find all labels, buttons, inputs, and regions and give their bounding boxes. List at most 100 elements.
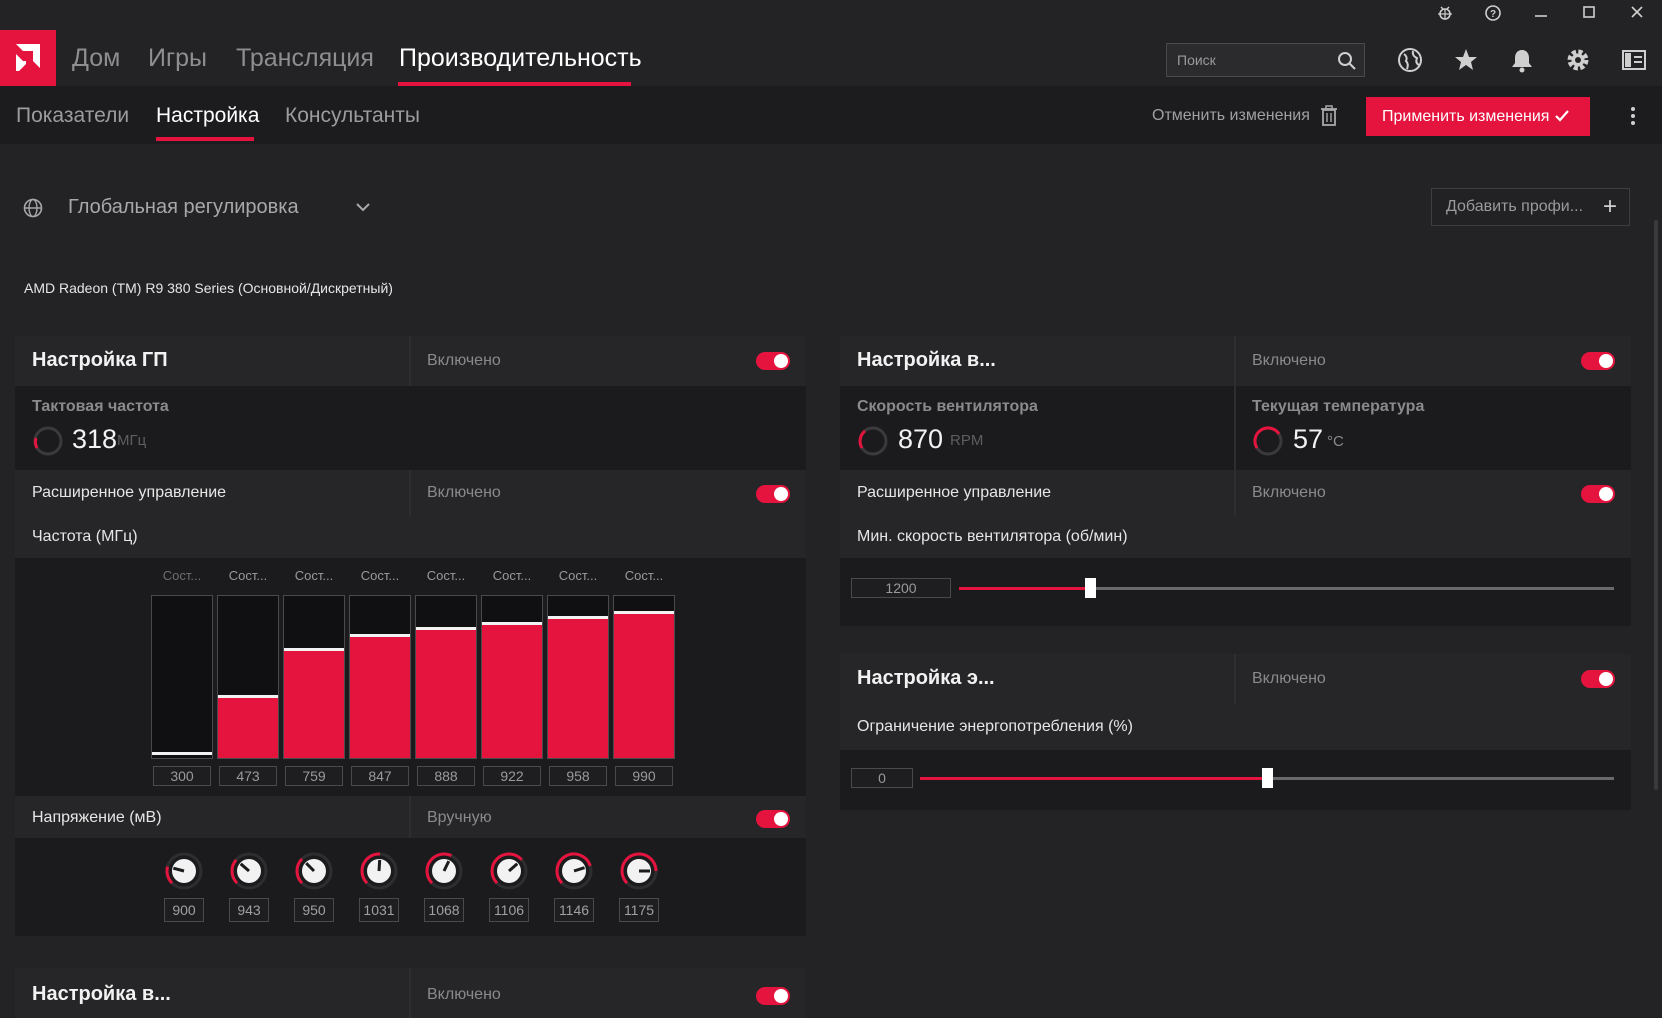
frequency-label: Частота (МГц) [32, 528, 138, 545]
frequency-bar[interactable] [481, 595, 543, 759]
apply-changes-label: Применить изменения [1382, 107, 1550, 125]
power-limit-label: Ограничение энергопотребления (%) [857, 718, 1133, 735]
gpu-tuning-toggle[interactable] [756, 352, 790, 370]
chevron-down-icon[interactable] [354, 200, 372, 219]
frequency-bar-handle[interactable] [548, 616, 608, 619]
voltage-value[interactable]: 1146 [554, 898, 594, 922]
frequency-value[interactable]: 847 [351, 766, 409, 786]
frequency-value[interactable]: 922 [483, 766, 541, 786]
frequency-bar[interactable] [217, 595, 279, 759]
frequency-bar-handle[interactable] [218, 695, 278, 698]
help-icon[interactable]: ? [1482, 4, 1504, 26]
frequency-value[interactable]: 473 [219, 766, 277, 786]
min-fan-speed-slider[interactable] [959, 587, 1614, 590]
frequency-bar[interactable] [151, 595, 213, 759]
scrollbar[interactable] [1654, 220, 1658, 790]
temperature-gauge-icon [1251, 424, 1285, 463]
min-fan-speed-slider-thumb[interactable] [1085, 578, 1096, 598]
frequency-bar[interactable] [613, 595, 675, 759]
gear-icon[interactable] [1564, 46, 1592, 74]
voltage-value[interactable]: 1175 [619, 898, 659, 922]
voltage-value[interactable]: 950 [294, 898, 334, 922]
frequency-bar[interactable] [283, 595, 345, 759]
apply-changes-button[interactable]: Применить изменения [1366, 97, 1590, 136]
frequency-bar-fill [284, 651, 344, 758]
fan-tuning-toggle[interactable] [1581, 352, 1615, 370]
more-icon[interactable] [1628, 104, 1638, 133]
frequency-bar[interactable] [349, 595, 411, 759]
voltage-knob[interactable] [359, 851, 399, 891]
search-icon[interactable] [1337, 51, 1357, 71]
tab-advisors[interactable]: Консультанты [285, 104, 420, 128]
frequency-bar[interactable] [547, 595, 609, 759]
frequency-bar-fill [218, 698, 278, 758]
frequency-bar[interactable] [415, 595, 477, 759]
maximize-icon[interactable] [1578, 4, 1600, 26]
voltage-value[interactable]: 943 [229, 898, 269, 922]
power-limit-slider-thumb[interactable] [1262, 768, 1273, 788]
tab-metrics[interactable]: Показатели [16, 104, 129, 128]
tab-tuning[interactable]: Настройка [156, 104, 259, 128]
divider [1234, 654, 1236, 704]
trash-icon[interactable] [1320, 105, 1338, 132]
frequency-value[interactable]: 300 [153, 766, 211, 786]
advanced-control-label: Расширенное управление [32, 484, 227, 501]
profile-selector[interactable]: Глобальная регулировка [68, 196, 299, 219]
voltage-knob[interactable] [229, 851, 269, 891]
voltage-knob[interactable] [554, 851, 594, 891]
nav-games[interactable]: Игры [148, 44, 207, 73]
close-icon[interactable] [1626, 4, 1648, 26]
bell-icon[interactable] [1508, 46, 1536, 74]
frequency-bar-handle[interactable] [614, 611, 674, 614]
svg-text:?: ? [1490, 9, 1496, 20]
nav-performance[interactable]: Производительность [399, 44, 642, 73]
divider [409, 968, 411, 1018]
advanced-control-toggle[interactable] [756, 485, 790, 503]
voltage-knob[interactable] [489, 851, 529, 891]
voltage-knob[interactable] [619, 851, 659, 891]
frequency-bar-fill [350, 637, 410, 758]
globe-icon[interactable] [1396, 46, 1424, 74]
frequency-value[interactable]: 958 [549, 766, 607, 786]
search-box[interactable] [1166, 43, 1365, 77]
minimize-icon[interactable] [1530, 4, 1552, 26]
nav-streaming[interactable]: Трансляция [236, 44, 374, 73]
frequency-bar-handle[interactable] [416, 627, 476, 630]
clock-value: 318 [72, 424, 118, 454]
voltage-value[interactable]: 1106 [489, 898, 529, 922]
voltage-knob[interactable] [164, 851, 204, 891]
min-fan-speed-value[interactable]: 1200 [851, 578, 951, 598]
star-icon[interactable] [1452, 46, 1480, 74]
frequency-value[interactable]: 990 [615, 766, 673, 786]
add-profile-button[interactable]: Добавить профи... + [1431, 188, 1630, 226]
voltage-knob[interactable] [294, 851, 334, 891]
amd-logo-icon[interactable] [0, 30, 56, 86]
bug-icon[interactable] [1434, 4, 1456, 26]
frequency-bar-fill [416, 630, 476, 758]
vram-tuning-toggle[interactable] [756, 987, 790, 1005]
search-input[interactable] [1177, 50, 1327, 70]
sidebar-icon[interactable] [1620, 46, 1648, 74]
voltage-knob[interactable] [424, 851, 464, 891]
voltage-toggle[interactable] [756, 810, 790, 828]
frequency-bar-fill [482, 625, 542, 758]
voltage-state: Вручную [427, 809, 492, 826]
state-header: Сост... [558, 568, 598, 583]
discard-changes-button[interactable]: Отменить изменения [1152, 107, 1310, 125]
frequency-bar-handle[interactable] [482, 622, 542, 625]
fan-tuning-state: Включено [1252, 352, 1326, 369]
frequency-value[interactable]: 888 [417, 766, 475, 786]
power-limit-value[interactable]: 0 [851, 768, 913, 788]
frequency-value[interactable]: 759 [285, 766, 343, 786]
frequency-bar-handle[interactable] [284, 648, 344, 651]
fan-advanced-toggle[interactable] [1581, 485, 1615, 503]
fan-gauge-icon [856, 424, 890, 463]
frequency-bar-handle[interactable] [152, 752, 212, 755]
frequency-bar-handle[interactable] [350, 634, 410, 637]
voltage-value[interactable]: 900 [164, 898, 204, 922]
tab-active-indicator [156, 137, 254, 141]
voltage-value[interactable]: 1068 [424, 898, 464, 922]
power-tuning-toggle[interactable] [1581, 670, 1615, 688]
voltage-value[interactable]: 1031 [359, 898, 399, 922]
nav-home[interactable]: Дом [72, 44, 120, 73]
